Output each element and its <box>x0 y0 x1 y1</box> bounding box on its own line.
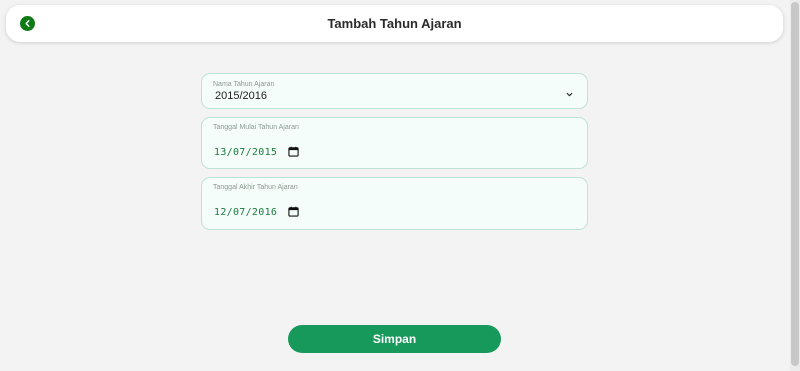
vertical-scrollbar[interactable] <box>790 0 800 371</box>
academic-year-select[interactable]: Nama Tahun Ajaran 2015/2016 <box>201 73 588 109</box>
scrollbar-thumb[interactable] <box>791 2 799 366</box>
academic-year-label: Nama Tahun Ajaran <box>213 81 275 88</box>
end-date-field[interactable]: Tanggal Akhir Tahun Ajaran 12/07/2016 <box>201 177 588 230</box>
calendar-icon[interactable] <box>288 206 299 217</box>
app-header: Tambah Tahun Ajaran <box>6 5 783 42</box>
start-date-label: Tanggal Mulai Tahun Ajaran <box>213 124 299 131</box>
academic-year-value: 2015/2016 <box>215 90 267 102</box>
calendar-icon[interactable] <box>288 146 299 157</box>
save-button[interactable]: Simpan <box>288 325 501 353</box>
start-date-value[interactable]: 13/07/2015 <box>214 147 277 158</box>
start-date-field[interactable]: Tanggal Mulai Tahun Ajaran 13/07/2015 <box>201 117 588 169</box>
page-title: Tambah Tahun Ajaran <box>327 16 462 31</box>
page: Tambah Tahun Ajaran Nama Tahun Ajaran 20… <box>0 0 800 371</box>
chevron-down-icon[interactable] <box>565 90 574 99</box>
end-date-value[interactable]: 12/07/2016 <box>214 207 277 218</box>
end-date-label: Tanggal Akhir Tahun Ajaran <box>213 184 298 191</box>
